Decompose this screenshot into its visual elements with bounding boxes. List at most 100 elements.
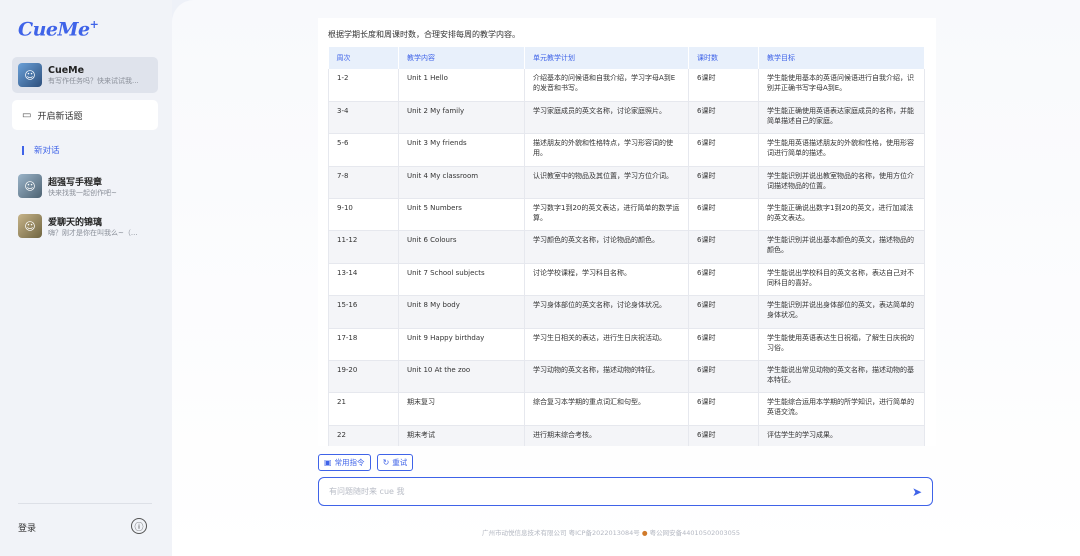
retry-button[interactable]: ↻ 重试 xyxy=(376,454,414,471)
table-cell: 7-8 xyxy=(328,166,399,200)
avatar: ☺ xyxy=(18,214,42,238)
table-cell: 学习生日相关的表达，进行生日庆祝活动。 xyxy=(524,328,689,362)
table-row: 1-2 Unit 1 Hello 介绍基本的问候语和自我介绍，学习字母A到E的发音和… xyxy=(328,69,925,102)
active-indicator xyxy=(22,145,24,155)
table-cell: 学生能使用英语表达生日祝福，了解生日庆祝的习俗。 xyxy=(758,328,925,362)
table-cell: 15-16 xyxy=(328,295,399,329)
new-chat-label: 新对话 xyxy=(34,146,60,156)
retry-label: 重试 xyxy=(392,458,408,467)
footer-company: 广州市动悦信息技术有限公司 xyxy=(482,529,567,537)
table-cell: 综合复习本学期的重点词汇和句型。 xyxy=(524,392,689,426)
table-row: 3-4 Unit 2 My family 学习家庭成员的英文名称，讨论家庭照片。 6课… xyxy=(328,101,925,135)
conversation-item[interactable]: ☺ 爱聊天的锦璃 嗨？刚才是你在叫我么~（... xyxy=(18,214,158,238)
chat-preview: 有写作任务吗？快来试试我... xyxy=(48,76,139,85)
chat-name: 超强写手程章 xyxy=(48,177,103,188)
table-cell: 6课时 xyxy=(688,263,759,297)
table-cell: Unit 2 My family xyxy=(398,101,525,135)
table-cell: 讨论学校课程，学习科目名称。 xyxy=(524,263,689,297)
table-cell: 学生能综合运用本学期的所学知识，进行简单的英语交流。 xyxy=(758,392,925,426)
table-cell: 6课时 xyxy=(688,69,759,102)
table-cell: 9-10 xyxy=(328,198,399,232)
table-cell: 6课时 xyxy=(688,425,759,446)
message-content: 根据学期长度和周课时数，合理安排每周的教学内容。 周次 教学内容 单元教学计划 … xyxy=(318,18,936,446)
table-cell: 22 xyxy=(328,425,399,446)
column-header: 教学内容 xyxy=(398,47,525,69)
table-cell: 学习颜色的英文名称，讨论物品的颜色。 xyxy=(524,230,689,264)
table-cell: 3-4 xyxy=(328,101,399,135)
login-link[interactable]: 登录 xyxy=(18,521,36,534)
common-commands-button[interactable]: ▣ 常用指令 xyxy=(318,454,371,471)
table-cell: 学生能识别并说出身体部位的英文，表达简单的身体状况。 xyxy=(758,295,925,329)
table-cell: 学习数字1到20的英文表达，进行简单的数学运算。 xyxy=(524,198,689,232)
table-cell: Unit 5 Numbers xyxy=(398,198,525,232)
table-cell: Unit 6 Colours xyxy=(398,230,525,264)
table-cell: 学习身体部位的英文名称，讨论身体状况。 xyxy=(524,295,689,329)
table-cell: Unit 10 At the zoo xyxy=(398,360,525,394)
table-cell: 11-12 xyxy=(328,230,399,264)
table-cell: 学生能说出学校科目的英文名称，表达自己对不同科目的喜好。 xyxy=(758,263,925,297)
footer-police[interactable]: 粤公网安备44010502003055 xyxy=(650,529,740,537)
table-cell: 学生能正确使用英语表达家庭成员的名称，并能简单描述自己的家庭。 xyxy=(758,101,925,135)
table-cell: 13-14 xyxy=(328,263,399,297)
table-row: 5-6 Unit 3 My friends 描述朋友的外貌和性格特点，学习形容词的使… xyxy=(328,133,925,167)
message-input[interactable] xyxy=(329,487,912,496)
column-header: 课时数 xyxy=(688,47,759,69)
teaching-plan-table: 周次 教学内容 单元教学计划 课时数 教学目标 1-2 Unit 1 Hello 介… xyxy=(328,47,925,446)
police-badge-icon: ● xyxy=(641,529,648,537)
active-chat-card[interactable]: ☺ CueMe 有写作任务吗？快来试试我... xyxy=(12,57,158,93)
avatar: ☺ xyxy=(18,174,42,198)
table-cell: Unit 7 School subjects xyxy=(398,263,525,297)
table-cell: 6课时 xyxy=(688,328,759,362)
table-cell: 21 xyxy=(328,392,399,426)
table-row: 9-10 Unit 5 Numbers 学习数字1到20的英文表达，进行简单的数学运… xyxy=(328,198,925,232)
table-header-row: 周次 教学内容 单元教学计划 课时数 教学目标 xyxy=(328,47,925,69)
chat-name: CueMe xyxy=(48,64,85,76)
table-cell: Unit 3 My friends xyxy=(398,133,525,167)
brand-plus-icon: + xyxy=(89,18,99,31)
table-cell: 6课时 xyxy=(688,133,759,167)
table-cell: 学生能用英语描述朋友的外貌和性格，使用形容词进行简单的描述。 xyxy=(758,133,925,167)
footer: 广州市动悦信息技术有限公司 粤ICP备2022013084号 ● 粤公网安备44… xyxy=(482,527,740,537)
table-cell: 17-18 xyxy=(328,328,399,362)
table-row: 17-18 Unit 9 Happy birthday 学习生日相关的表达，进行生日… xyxy=(328,328,925,362)
table-cell: 学生能说出常见动物的英文名称，描述动物的基本特征。 xyxy=(758,360,925,394)
table-cell: 1-2 xyxy=(328,69,399,102)
table-cell: 6课时 xyxy=(688,392,759,426)
table-row: 7-8 Unit 4 My classroom 认识教室中的物品及其位置，学习方位介… xyxy=(328,166,925,200)
info-icon[interactable]: ⓘ xyxy=(131,518,147,534)
new-chat-link[interactable]: 新对话 xyxy=(22,144,60,156)
table-cell: Unit 4 My classroom xyxy=(398,166,525,200)
table-cell: 学习家庭成员的英文名称，讨论家庭照片。 xyxy=(524,101,689,135)
divider xyxy=(18,503,152,504)
chat-preview: 嗨？刚才是你在叫我么~（... xyxy=(48,228,138,237)
table-cell: 学生能使用基本的英语问候语进行自我介绍，识别并正确书写字母A到E。 xyxy=(758,69,925,102)
new-topic-button[interactable]: ▭ 开启新话题 xyxy=(12,100,158,130)
table-row: 21 期末复习 综合复习本学期的重点词汇和句型。 6课时 学生能综合运用本学期的所学知识… xyxy=(328,392,925,426)
intro-text: 根据学期长度和周课时数，合理安排每周的教学内容。 xyxy=(328,30,520,39)
conversation-item[interactable]: ☺ 超强写手程章 快来找我一起创作吧~ xyxy=(18,174,158,198)
chat-preview: 快来找我一起创作吧~ xyxy=(48,188,117,197)
table-cell: 19-20 xyxy=(328,360,399,394)
table-cell: Unit 9 Happy birthday xyxy=(398,328,525,362)
column-header: 单元教学计划 xyxy=(524,47,689,69)
table-cell: 6课时 xyxy=(688,198,759,232)
message-input-box: ➤ xyxy=(318,477,933,506)
table-row: 13-14 Unit 7 School subjects 讨论学校课程，学习科目名称… xyxy=(328,263,925,297)
brand-logo[interactable]: CueMe+ xyxy=(18,18,99,40)
table-row: 11-12 Unit 6 Colours 学习颜色的英文名称，讨论物品的颜色。 6课时… xyxy=(328,230,925,264)
table-cell: 学生能正确说出数字1到20的英文，进行加减法的英文表达。 xyxy=(758,198,925,232)
avatar: ☺ xyxy=(18,63,42,87)
table-cell: 认识教室中的物品及其位置，学习方位介词。 xyxy=(524,166,689,200)
column-header: 周次 xyxy=(328,47,399,69)
table-cell: 6课时 xyxy=(688,101,759,135)
table-cell: 介绍基本的问候语和自我介绍，学习字母A到E的发音和书写。 xyxy=(524,69,689,102)
common-commands-label: 常用指令 xyxy=(334,458,365,467)
table-row: 19-20 Unit 10 At the zoo 学习动物的英文名称，描述动物的特征… xyxy=(328,360,925,394)
chat-bubble-icon: ▭ xyxy=(22,109,32,121)
table-cell: 期末考试 xyxy=(398,425,525,446)
table-cell: 学习动物的英文名称，描述动物的特征。 xyxy=(524,360,689,394)
command-icon: ▣ xyxy=(324,458,332,467)
table-cell: 期末复习 xyxy=(398,392,525,426)
send-icon[interactable]: ➤ xyxy=(912,485,922,499)
footer-icp[interactable]: 粤ICP备2022013084号 xyxy=(569,529,640,537)
